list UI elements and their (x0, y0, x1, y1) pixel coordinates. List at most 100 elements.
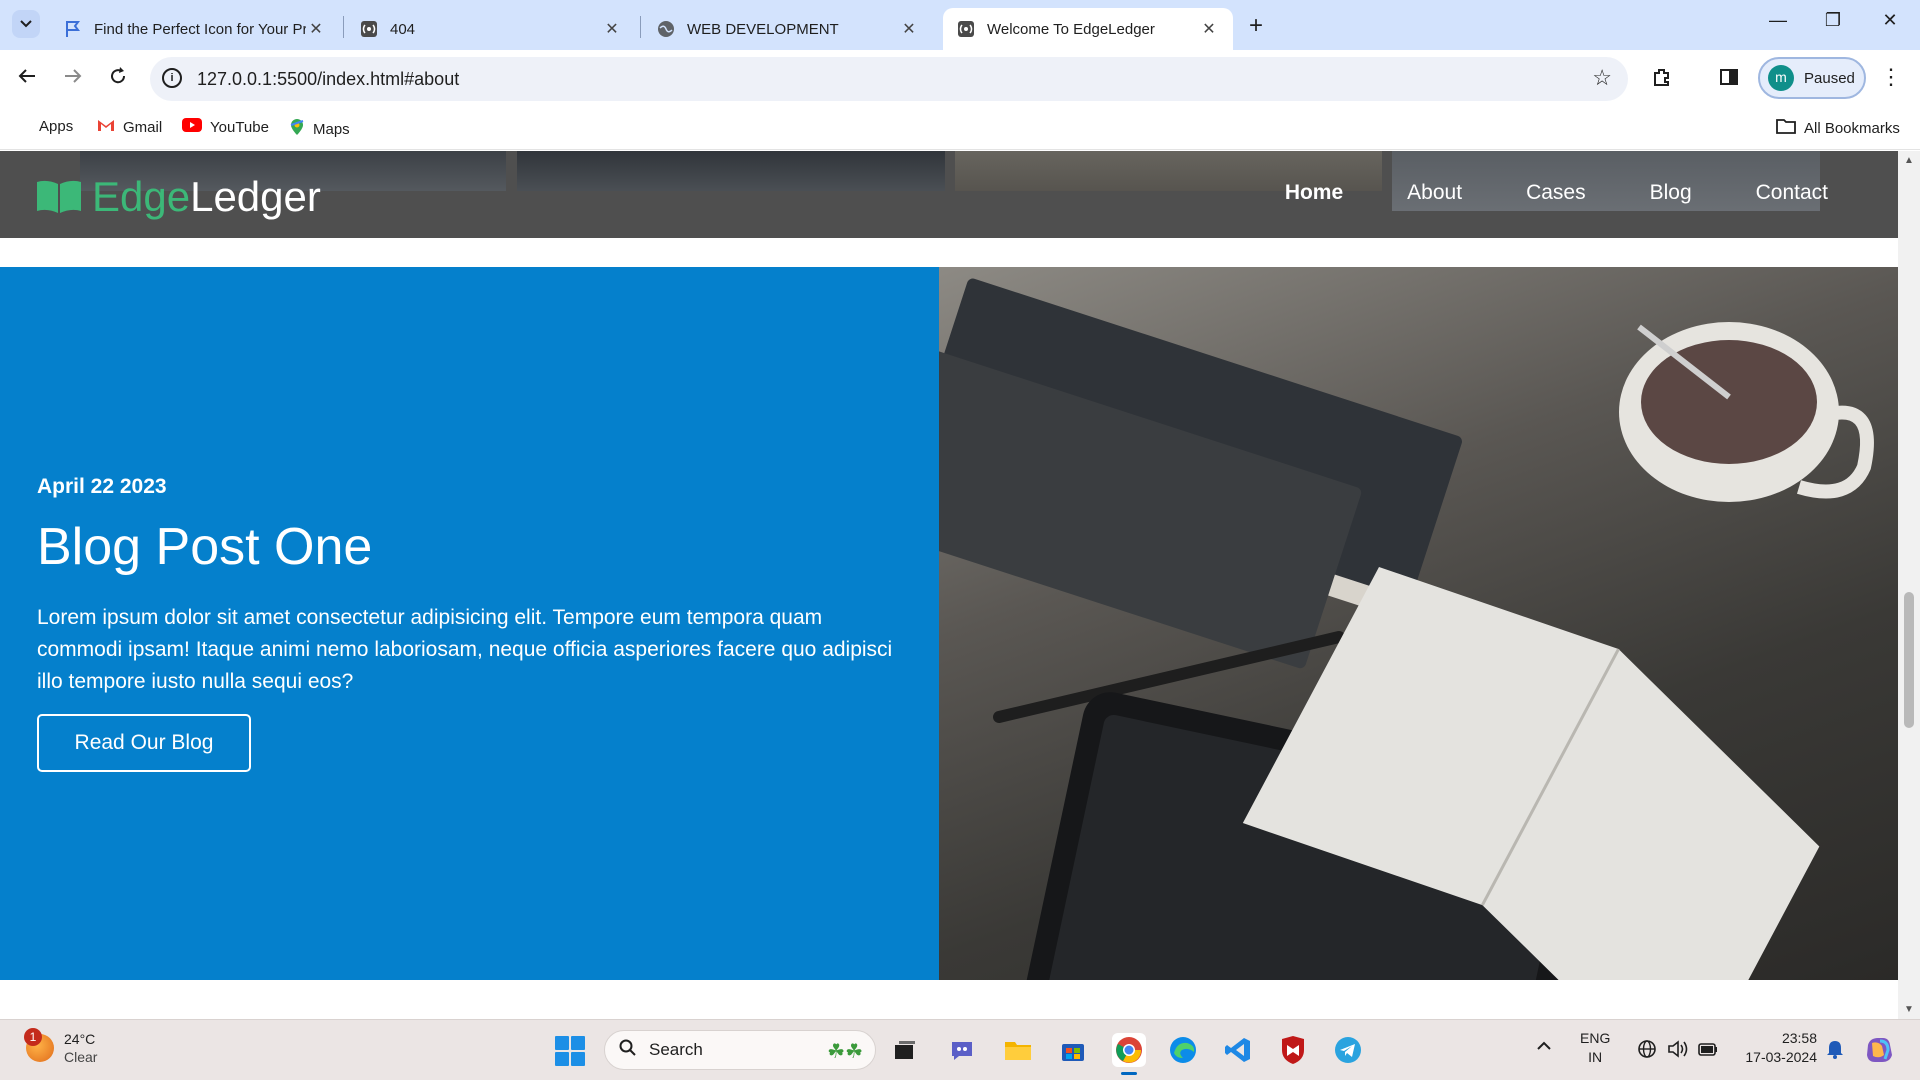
address-bar[interactable]: i 127.0.0.1:5500/index.html#about ☆ (150, 57, 1628, 101)
logo-text-ledger: Ledger (190, 173, 321, 220)
volume-icon[interactable] (1667, 1039, 1689, 1062)
all-bookmarks-button[interactable]: All Bookmarks (1776, 118, 1900, 138)
search-icon (619, 1039, 637, 1062)
tab-strip: Find the Perfect Icon for Your Pr ✕ 404 … (0, 0, 1920, 50)
profile-status: Paused (1804, 69, 1855, 87)
language-indicator[interactable]: ENG IN (1580, 1029, 1610, 1067)
nav-home[interactable]: Home (1285, 181, 1343, 205)
close-icon[interactable]: ✕ (602, 19, 622, 39)
back-button[interactable] (12, 64, 42, 94)
reload-button[interactable] (103, 64, 133, 94)
page-scrollbar[interactable]: ▲ ▼ (1898, 151, 1920, 1019)
taskbar-search[interactable]: Search ☘☘ (604, 1030, 876, 1070)
weather-condition: Clear (64, 1049, 98, 1065)
arrow-right-icon (65, 69, 82, 83)
logo-text-edge: Edge (92, 173, 191, 220)
forward-button[interactable] (58, 64, 88, 94)
close-icon[interactable]: ✕ (899, 19, 919, 39)
nav-blog[interactable]: Blog (1650, 181, 1692, 205)
weather-temp: 24°C (64, 1031, 96, 1047)
lang-region: IN (1588, 1049, 1603, 1065)
close-icon[interactable]: ✕ (1199, 19, 1219, 39)
nav-cases[interactable]: Cases (1526, 181, 1586, 205)
bookmarks-bar: Apps Gmail YouTube Maps All Bookmarks (0, 108, 1920, 150)
browser-toolbar: i 127.0.0.1:5500/index.html#about ☆ m Pa… (0, 50, 1920, 108)
blog-date: April 22 2023 (37, 475, 167, 498)
tab-search-button[interactable] (12, 10, 40, 38)
scrollbar-thumb[interactable] (1904, 592, 1914, 728)
edge-icon[interactable] (1166, 1033, 1200, 1067)
blog-text: Lorem ipsum dolor sit amet consectetur a… (37, 606, 893, 693)
apps-grid-icon (15, 119, 31, 135)
show-hidden-icons[interactable] (1537, 1038, 1551, 1054)
tab-web-development[interactable]: WEB DEVELOPMENT ✕ (643, 8, 933, 50)
flag-icon (64, 20, 82, 38)
copilot-icon[interactable] (1864, 1035, 1894, 1068)
header-bg-image (517, 151, 945, 191)
bookmark-gmail[interactable]: Gmail (97, 118, 162, 136)
blog-section: April 22 2023 Blog Post One Lorem ipsum … (0, 267, 1898, 980)
page-viewport: Edge Ledger Home About Cases Blog Contact… (0, 151, 1898, 1019)
gmail-icon (97, 118, 115, 136)
bookmark-youtube[interactable]: YouTube (182, 118, 269, 136)
reload-icon (111, 67, 126, 84)
site-info-icon[interactable]: i (162, 68, 182, 88)
blog-image (939, 267, 1898, 980)
url-text[interactable]: 127.0.0.1:5500/index.html#about (197, 69, 459, 90)
tab-edgeledger[interactable]: Welcome To EdgeLedger ✕ (943, 8, 1233, 50)
tab-separator (640, 16, 641, 38)
site-nav: Home About Cases Blog Contact (1221, 181, 1828, 205)
bookmark-label: Maps (313, 120, 350, 138)
task-view-icon[interactable] (888, 1033, 922, 1067)
broadcast-icon (360, 20, 378, 38)
star-icon[interactable]: ☆ (1592, 65, 1612, 91)
side-panel-icon[interactable] (1716, 66, 1742, 92)
new-tab-button[interactable]: + (1243, 12, 1269, 40)
clover-icon: ☘☘ (827, 1041, 863, 1063)
microsoft-store-icon[interactable] (1056, 1033, 1090, 1067)
network-icon[interactable] (1637, 1039, 1657, 1062)
vscode-icon[interactable] (1221, 1033, 1255, 1067)
file-explorer-icon[interactable] (1001, 1033, 1035, 1067)
tab-icon-finder[interactable]: Find the Perfect Icon for Your Pr ✕ (50, 8, 340, 50)
tab-404[interactable]: 404 ✕ (346, 8, 636, 50)
search-placeholder: Search (649, 1040, 703, 1059)
minimize-button[interactable]: — (1758, 10, 1798, 31)
scroll-up-icon[interactable]: ▲ (1904, 155, 1914, 166)
desk-photo-illustration (939, 278, 1874, 980)
bookmark-label: Gmail (123, 118, 163, 136)
start-button[interactable] (555, 1036, 585, 1066)
read-blog-button[interactable]: Read Our Blog (37, 714, 251, 772)
tab-title: WEB DEVELOPMENT (687, 20, 839, 38)
close-window-button[interactable]: ✕ (1870, 10, 1910, 31)
notification-badge: 1 (24, 1028, 42, 1046)
windows-taskbar: 1 24°C Clear Search ☘☘ ENG IN 23:58 17-0… (0, 1019, 1920, 1080)
chevron-up-icon (1537, 1041, 1551, 1050)
tab-separator (343, 16, 344, 38)
chrome-icon[interactable] (1112, 1033, 1146, 1075)
menu-icon[interactable]: ⋮ (1880, 64, 1902, 90)
teams-chat-icon[interactable] (945, 1033, 979, 1067)
bookmark-apps[interactable]: Apps (15, 118, 73, 135)
weather-sun-icon: 1 (24, 1028, 54, 1062)
weather-widget[interactable]: 1 24°C Clear (24, 1028, 98, 1066)
bookmark-maps[interactable]: Maps (289, 118, 350, 140)
profile-button[interactable]: m Paused (1758, 57, 1866, 99)
avatar: m (1768, 65, 1794, 91)
windows-logo-icon (555, 1036, 569, 1050)
scroll-down-icon[interactable]: ▼ (1904, 1004, 1914, 1015)
restore-button[interactable]: ❐ (1813, 10, 1853, 31)
nav-contact[interactable]: Contact (1756, 181, 1828, 205)
clock[interactable]: 23:58 17-03-2024 (1743, 1029, 1817, 1067)
site-logo[interactable]: Edge Ledger (36, 173, 321, 221)
close-icon[interactable]: ✕ (306, 19, 326, 39)
mcafee-icon[interactable] (1276, 1033, 1310, 1067)
tab-title: Find the Perfect Icon for Your Pr (94, 20, 306, 38)
extensions-icon[interactable] (1649, 66, 1675, 92)
battery-icon[interactable] (1697, 1039, 1719, 1062)
tab-title: 404 (390, 20, 416, 38)
blog-title: Blog Post One (37, 518, 373, 576)
telegram-icon[interactable] (1331, 1033, 1365, 1067)
nav-about[interactable]: About (1407, 181, 1462, 205)
notification-bell-icon[interactable] (1826, 1039, 1844, 1062)
